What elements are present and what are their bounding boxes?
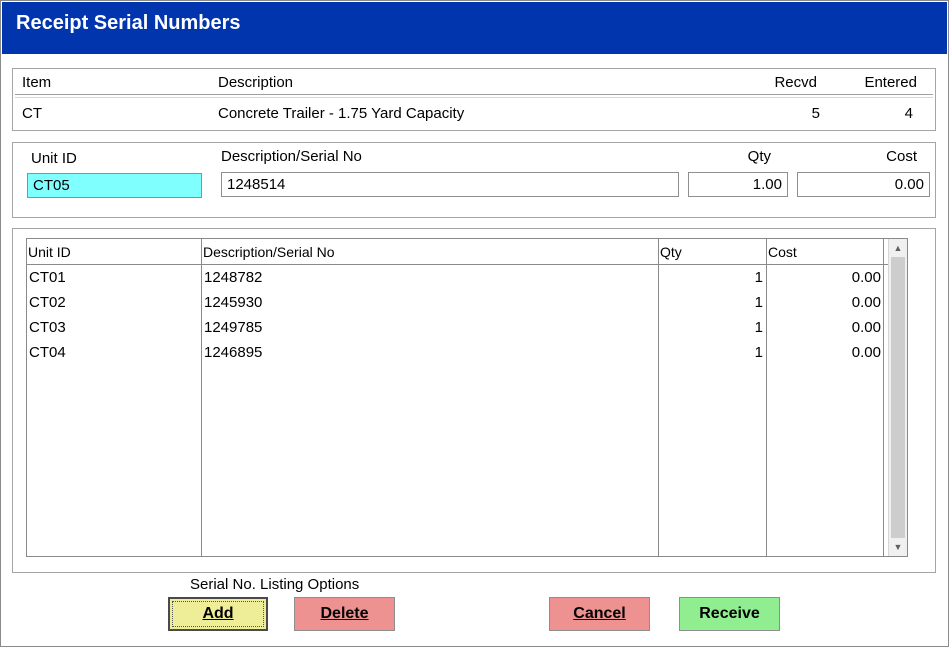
header-divider: [15, 94, 933, 98]
qty-input[interactable]: [688, 172, 788, 197]
unit-id-input[interactable]: [27, 173, 202, 198]
unit-id-label: Unit ID: [31, 150, 77, 167]
delete-button[interactable]: Delete: [294, 597, 395, 631]
serial-entry-panel: Unit ID Description/Serial No Qty Cost: [12, 142, 936, 218]
table-row[interactable]: CT02 1245930 1 0.00: [27, 291, 889, 316]
item-code: CT: [22, 105, 42, 122]
row-unit-id: CT02: [29, 294, 66, 311]
item-summary-panel: Item Description Recvd Entered CT Concre…: [12, 68, 936, 131]
cancel-button[interactable]: Cancel: [549, 597, 650, 631]
row-unit-id: CT01: [29, 269, 66, 286]
dialog-window: Receipt Serial Numbers Item Description …: [0, 0, 949, 647]
recvd-column-header: Recvd: [774, 74, 817, 91]
description-column-header: Description: [218, 74, 294, 91]
listing-options-label: Serial No. Listing Options: [190, 576, 360, 593]
row-description: 1248782: [204, 269, 263, 286]
row-cost: 0.00: [851, 269, 881, 286]
row-cost: 0.00: [851, 319, 881, 336]
grid-header-unit-id: Unit ID: [28, 244, 71, 260]
chevron-up-icon[interactable]: ▲: [889, 240, 907, 256]
row-description: 1246895: [204, 344, 263, 361]
qty-label: Qty: [747, 148, 771, 165]
row-unit-id: CT03: [29, 319, 66, 336]
cost-label: Cost: [886, 148, 917, 165]
table-row[interactable]: CT03 1249785 1 0.00: [27, 316, 889, 341]
scrollbar-thumb[interactable]: [891, 257, 905, 538]
window-title: Receipt Serial Numbers: [16, 12, 241, 34]
serial-number-grid[interactable]: Unit ID Description/Serial No Qty Cost C…: [26, 238, 908, 557]
grid-header-description: Description/Serial No: [203, 244, 335, 260]
vertical-scrollbar[interactable]: ▲ ▼: [888, 239, 907, 556]
row-qty: 1: [754, 344, 763, 361]
title-bar: Receipt Serial Numbers: [2, 2, 947, 54]
table-row[interactable]: CT04 1246895 1 0.00: [27, 341, 889, 366]
chevron-down-icon[interactable]: ▼: [889, 539, 907, 555]
row-cost: 0.00: [851, 294, 881, 311]
description-serial-label: Description/Serial No: [221, 148, 362, 165]
grid-header-cost: Cost: [768, 244, 797, 260]
row-cost: 0.00: [851, 344, 881, 361]
table-row[interactable]: CT01 1248782 1 0.00: [27, 266, 889, 291]
recvd-value: 5: [811, 105, 820, 122]
grid-header-qty: Qty: [660, 244, 682, 260]
serial-list-panel: Unit ID Description/Serial No Qty Cost C…: [12, 228, 936, 573]
grid-header-divider: [27, 264, 889, 265]
description-serial-input[interactable]: [221, 172, 679, 197]
entered-value: 4: [904, 105, 913, 122]
add-button[interactable]: Add: [168, 597, 268, 631]
cost-input[interactable]: [797, 172, 930, 197]
receive-button[interactable]: Receive: [679, 597, 780, 631]
item-column-header: Item: [22, 74, 52, 91]
row-qty: 1: [754, 269, 763, 286]
row-unit-id: CT04: [29, 344, 66, 361]
entered-column-header: Entered: [864, 74, 917, 91]
item-description: Concrete Trailer - 1.75 Yard Capacity: [218, 105, 465, 122]
row-description: 1245930: [204, 294, 263, 311]
row-description: 1249785: [204, 319, 263, 336]
row-qty: 1: [754, 319, 763, 336]
row-qty: 1: [754, 294, 763, 311]
